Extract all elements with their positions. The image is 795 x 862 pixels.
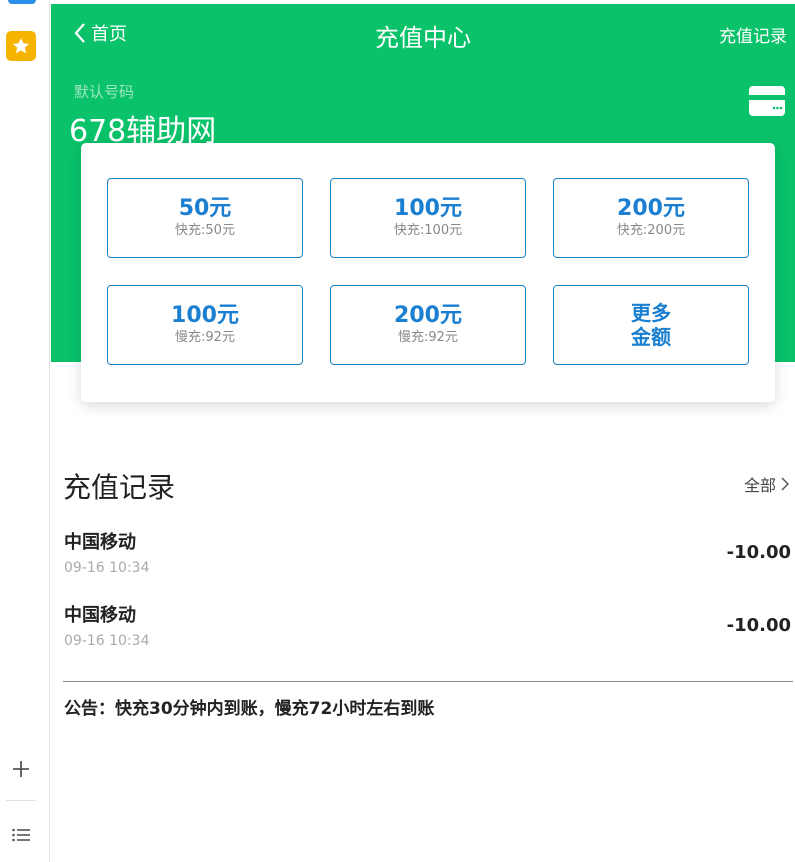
record-amount: -10.00 xyxy=(726,615,791,636)
more-line-1: 更多 xyxy=(631,301,671,325)
option-detail: 快充:100元 xyxy=(393,223,463,238)
back-button[interactable]: 首页 xyxy=(73,20,127,46)
side-rail xyxy=(0,0,50,862)
favorites-button[interactable] xyxy=(6,31,36,61)
view-all-label: 全部 xyxy=(743,476,776,495)
record-amount: -10.00 xyxy=(726,542,791,563)
option-detail: 慢充:92元 xyxy=(398,330,458,345)
page-title: 充值中心 xyxy=(375,24,471,52)
card-icon xyxy=(749,86,785,116)
amount-options-panel: 50元 快充:50元 100元 快充:100元 200元 快充:200元 100… xyxy=(81,143,775,402)
option-50-fast[interactable]: 50元 快充:50元 xyxy=(107,178,303,258)
records-section-title: 充值记录 xyxy=(63,471,176,504)
record-carrier: 中国移动 xyxy=(64,605,136,626)
chevron-right-icon xyxy=(781,477,789,491)
recharge-records-link[interactable]: 充值记录 xyxy=(719,22,787,47)
record-time: 09-16 10:34 xyxy=(64,560,150,576)
back-label: 首页 xyxy=(91,24,127,45)
record-carrier: 中国移动 xyxy=(64,532,136,553)
add-button[interactable] xyxy=(8,756,34,782)
chevron-left-icon xyxy=(74,23,85,43)
option-detail: 慢充:92元 xyxy=(175,330,235,345)
star-icon xyxy=(12,38,30,54)
announcement-text: 公告：快充30分钟内到账，慢充72小时左右到账 xyxy=(64,699,435,719)
list-button[interactable] xyxy=(8,822,34,848)
option-100-slow[interactable]: 100元 慢充:92元 xyxy=(107,285,303,365)
option-more-amount[interactable]: 更多 金额 xyxy=(553,285,749,365)
option-100-fast[interactable]: 100元 快充:100元 xyxy=(330,178,526,258)
option-amount: 200元 xyxy=(394,303,462,328)
option-detail: 快充:200元 xyxy=(616,223,686,238)
option-amount: 100元 xyxy=(171,303,239,328)
option-200-fast[interactable]: 200元 快充:200元 xyxy=(553,178,749,258)
list-icon xyxy=(12,828,30,842)
option-amount: 100元 xyxy=(394,196,462,221)
option-amount: 200元 xyxy=(617,196,685,221)
record-row[interactable]: 中国移动 09-16 10:34 -10.00 xyxy=(63,601,793,661)
option-detail: 快充:50元 xyxy=(175,223,235,238)
option-200-slow[interactable]: 200元 慢充:92元 xyxy=(330,285,526,365)
record-time: 09-16 10:34 xyxy=(64,633,150,649)
divider xyxy=(63,681,793,682)
view-all-records-link[interactable]: 全部 xyxy=(744,472,789,496)
record-row[interactable]: 中国移动 09-16 10:34 -10.00 xyxy=(63,528,793,588)
rail-divider xyxy=(6,800,36,801)
rail-top-item[interactable] xyxy=(8,0,36,4)
plus-icon xyxy=(13,761,29,777)
option-amount: 50元 xyxy=(178,196,232,221)
more-line-2: 金额 xyxy=(631,325,671,349)
card-button[interactable] xyxy=(748,85,786,117)
account-label: 默认号码 xyxy=(74,83,135,101)
